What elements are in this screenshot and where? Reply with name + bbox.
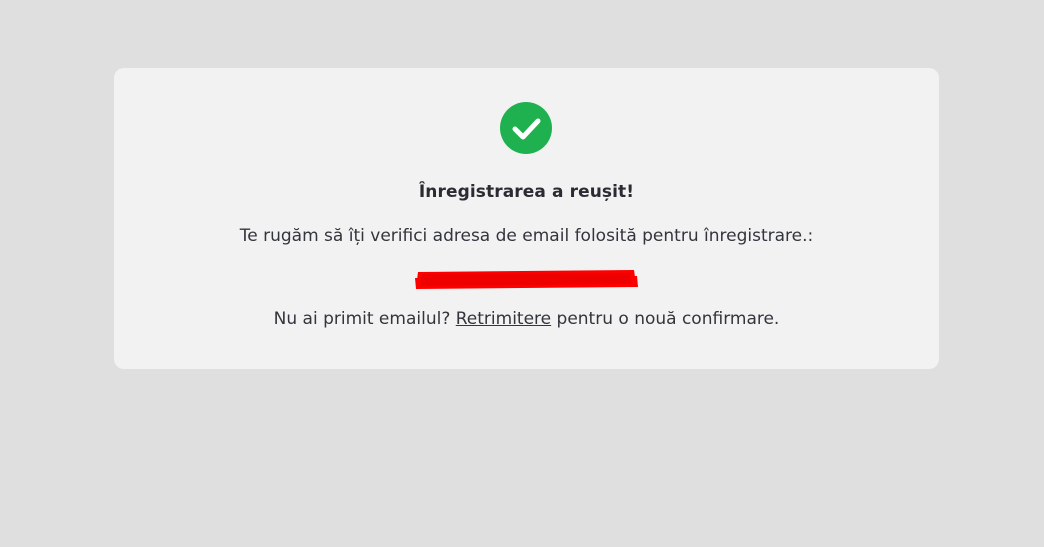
check-circle-icon [500,102,552,154]
resend-link[interactable]: Retrimitere [456,309,551,329]
resend-row: Nu ai primit emailul? Retrimitere pentru… [114,309,939,329]
redaction-mark [415,270,638,289]
resend-prefix: Nu ai primit emailul? [273,309,451,329]
verification-message: Te rugăm să îți verifici adresa de email… [239,226,814,246]
checkmark-icon [512,118,541,140]
resend-suffix: pentru o nouă confirmare. [556,309,780,329]
page-title: Înregistrarea a reușit! [418,182,635,202]
confirmation-card: Înregistrarea a reușit! Te rugăm să îți … [114,68,939,369]
email-address [414,268,638,290]
